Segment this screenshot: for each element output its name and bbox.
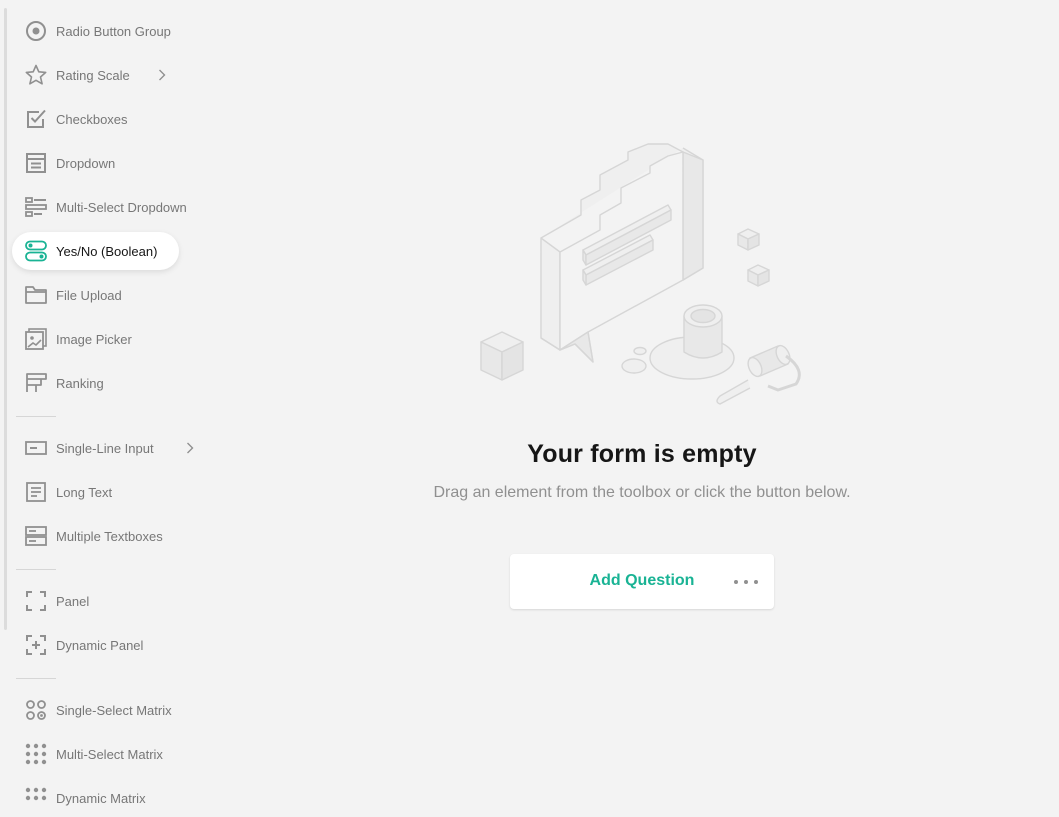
- empty-form-illustration: [480, 143, 801, 405]
- add-question-button[interactable]: Add Question: [510, 554, 774, 609]
- chevron-right-icon[interactable]: [186, 442, 194, 454]
- image-icon: [24, 327, 48, 351]
- toolbox-item-label: Dropdown: [56, 155, 116, 171]
- star-icon: [24, 63, 48, 87]
- multi-select-dropdown-icon: [24, 195, 48, 219]
- toolbox-item-label: Dynamic Panel: [56, 637, 144, 653]
- toolbox-item-label: Single-Select Matrix: [56, 702, 172, 718]
- empty-state-title: Your form is empty: [527, 440, 757, 468]
- multiple-textboxes-icon: [24, 524, 48, 548]
- toolbox-item-boolean[interactable]: Yes/No (Boolean): [12, 232, 180, 270]
- toolbox-item-image-picker[interactable]: Image Picker: [12, 320, 154, 358]
- toolbox-item-multiple-textboxes[interactable]: Multiple Textboxes: [12, 517, 185, 555]
- toolbox-scrollbar[interactable]: [4, 8, 7, 630]
- radio-button-icon: [24, 19, 48, 43]
- dynamic-panel-icon: [24, 633, 48, 657]
- dynamic-matrix-icon: [24, 786, 48, 810]
- toolbox-item-multi-select-matrix[interactable]: Multi-Select Matrix: [12, 735, 185, 773]
- toolbox-item-ranking[interactable]: Ranking: [12, 364, 126, 402]
- toolbox-item-label: File Upload: [56, 287, 122, 303]
- toolbox-item-label: Ranking: [56, 375, 104, 391]
- toolbox-item-checkboxes[interactable]: Checkboxes: [12, 100, 150, 138]
- toolbox-item-label: Multiple Textboxes: [56, 528, 163, 544]
- panel-icon: [24, 589, 48, 613]
- folder-icon: [24, 283, 48, 307]
- toolbox-separator: [16, 678, 56, 679]
- toolbox-item-dynamic-matrix[interactable]: Dynamic Matrix: [12, 779, 168, 817]
- toolbox-item-label: Multi-Select Matrix: [56, 746, 163, 762]
- single-line-input-icon: [24, 436, 48, 460]
- toggle-icon: [24, 239, 48, 263]
- long-text-icon: [24, 480, 48, 504]
- toolbox-separator: [16, 569, 56, 570]
- toolbox-item-multi-select-dropdown[interactable]: Multi-Select Dropdown: [12, 188, 209, 226]
- toolbox-item-label: Checkboxes: [56, 111, 128, 127]
- toolbox-item-dynamic-panel[interactable]: Dynamic Panel: [12, 626, 165, 664]
- toolbox-item-panel[interactable]: Panel: [12, 582, 111, 620]
- toolbox-item-label: Yes/No (Boolean): [56, 243, 158, 259]
- single-select-matrix-icon: [24, 698, 48, 722]
- ranking-icon: [24, 371, 48, 395]
- dropdown-icon: [24, 151, 48, 175]
- toolbox-item-label: Rating Scale: [56, 67, 130, 83]
- toolbox-item-label: Radio Button Group: [56, 23, 171, 39]
- toolbox-item-radio-button-group[interactable]: Radio Button Group: [12, 12, 193, 50]
- empty-state-subtitle: Drag an element from the toolbox or clic…: [433, 484, 851, 501]
- toolbox-item-label: Long Text: [56, 484, 113, 500]
- toolbox-item-single-select-matrix[interactable]: Single-Select Matrix: [12, 691, 194, 729]
- toolbox-item-dropdown[interactable]: Dropdown: [12, 144, 137, 182]
- more-horizontal-icon[interactable]: [734, 573, 758, 591]
- toolbox-item-label: Dynamic Matrix: [56, 790, 146, 806]
- multi-select-matrix-icon: [24, 742, 48, 766]
- toolbox-item-label: Multi-Select Dropdown: [56, 199, 187, 215]
- toolbox-item-label: Image Picker: [56, 331, 132, 347]
- toolbox: Radio Button Group Rating Scale Checkbox…: [0, 0, 210, 806]
- checkbox-icon: [24, 107, 48, 131]
- chevron-right-icon[interactable]: [158, 69, 166, 81]
- toolbox-item-long-text[interactable]: Long Text: [12, 473, 134, 511]
- toolbox-item-single-line-input[interactable]: Single-Line Input: [12, 429, 194, 467]
- toolbox-item-file-upload[interactable]: File Upload: [12, 276, 144, 314]
- toolbox-item-rating-scale[interactable]: Rating Scale: [12, 56, 166, 94]
- toolbox-item-label: Panel: [56, 593, 90, 609]
- toolbox-item-label: Single-Line Input: [56, 440, 154, 456]
- toolbox-separator: [16, 416, 56, 417]
